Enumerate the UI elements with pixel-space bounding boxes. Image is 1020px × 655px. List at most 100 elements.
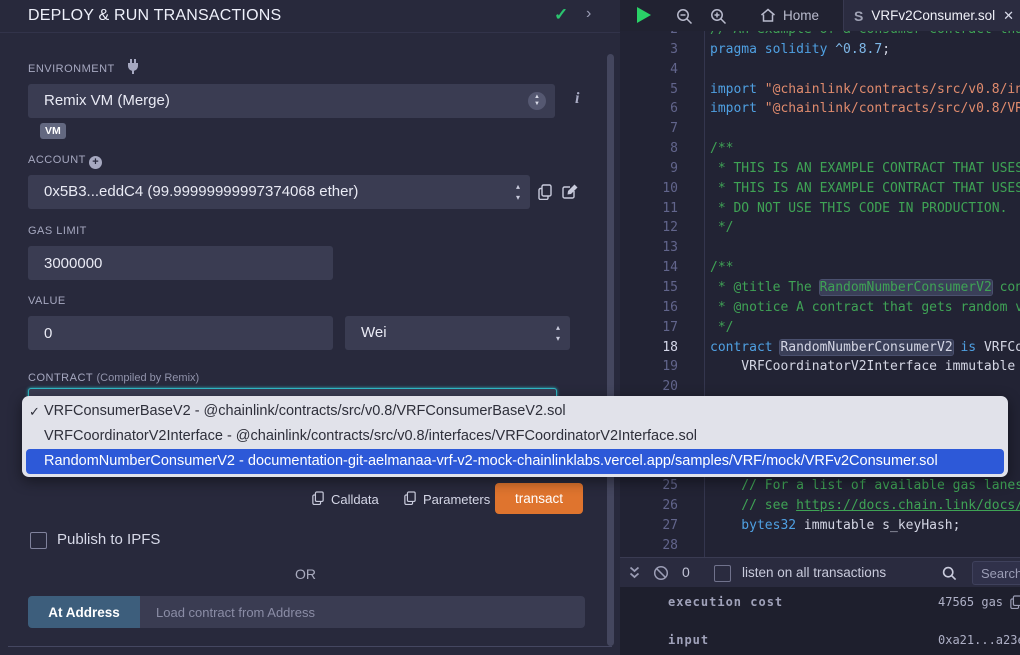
line-number: 9 (620, 159, 678, 179)
code-line[interactable]: 25 // For a list of available gas lanes … (620, 476, 1020, 496)
editor-tabbar: Home S VRFv2Consumer.sol ✕ (620, 0, 1020, 31)
panel-header: DEPLOY & RUN TRANSACTIONS ✓ › (0, 0, 620, 33)
value-input[interactable] (28, 316, 333, 350)
code-line[interactable]: 20 (620, 377, 1020, 397)
code-line[interactable]: 17 */ (620, 318, 1020, 338)
listen-all-checkbox[interactable] (714, 565, 731, 582)
value-label: VALUE (28, 295, 66, 307)
copy-account-icon[interactable] (538, 184, 552, 200)
line-number: 20 (620, 377, 678, 397)
contract-dropdown: ✓VRFConsumerBaseV2 - @chainlink/contract… (22, 396, 1008, 477)
transact-button[interactable]: transact (495, 483, 583, 514)
code-line[interactable]: 9 * THIS IS AN EXAMPLE CONTRACT THAT USE… (620, 159, 1020, 179)
code-line[interactable]: 19 VRFCoordinatorV2Interface immutable C… (620, 357, 1020, 377)
account-select[interactable]: 0x5B3...eddC4 (99.99999999997374068 ethe… (28, 175, 530, 209)
line-number: 14 (620, 258, 678, 278)
code-line[interactable]: 5import "@chainlink/contracts/src/v0.8/i… (620, 80, 1020, 100)
contract-option[interactable]: RandomNumberConsumerV2 - documentation-g… (26, 449, 1004, 474)
terminal-output[interactable]: execution cost47565 gasinput0xa21...a23e… (620, 587, 1020, 655)
home-icon (760, 8, 776, 23)
code-line[interactable]: 15 * @title The RandomNumberConsumerV2 c… (620, 278, 1020, 298)
edit-account-icon[interactable] (562, 183, 579, 199)
panel-title: DEPLOY & RUN TRANSACTIONS (28, 7, 281, 25)
tab-active-file[interactable]: S VRFv2Consumer.sol ✕ (843, 0, 1020, 31)
line-number: 18 (620, 338, 678, 358)
zoom-out-icon[interactable] (676, 8, 693, 25)
at-address-button[interactable]: At Address (28, 596, 140, 628)
code-line[interactable]: 28 (620, 536, 1020, 556)
line-number: 19 (620, 357, 678, 377)
value-unit-select[interactable]: Wei ▴▾ (345, 316, 570, 350)
code-line[interactable]: 11 * DO NOT USE THIS CODE IN PRODUCTION. (620, 199, 1020, 219)
contract-option[interactable]: VRFCoordinatorV2Interface - @chainlink/c… (22, 424, 1008, 449)
code-content: 2// An example of a consumer contract th… (620, 31, 1020, 556)
line-number: 6 (620, 99, 678, 119)
expand-terminal-icon[interactable] (628, 566, 641, 580)
line-number: 8 (620, 139, 678, 159)
line-number: 28 (620, 536, 678, 556)
environment-label: ENVIRONMENT (28, 63, 115, 75)
terminal-search-input[interactable] (972, 561, 1020, 585)
at-address-input[interactable] (140, 596, 585, 628)
line-number: 27 (620, 516, 678, 536)
collapse-chevron-icon[interactable]: › (586, 5, 591, 23)
environment-select[interactable]: Remix VM (Merge) ▲▼ (28, 84, 555, 118)
environment-arrows-icon: ▲▼ (528, 92, 546, 110)
unit-arrows-icon: ▴▾ (556, 322, 560, 344)
code-editor[interactable]: 2// An example of a consumer contract th… (620, 31, 1020, 557)
code-line[interactable]: 2// An example of a consumer contract th… (620, 31, 1020, 40)
info-icon[interactable]: i (575, 90, 579, 108)
terminal-value: 47565 gas (938, 595, 1003, 609)
code-line[interactable]: 12 */ (620, 218, 1020, 238)
code-line[interactable]: 16 * @notice A contract that gets random… (620, 298, 1020, 318)
line-number: 13 (620, 238, 678, 258)
line-number: 7 (620, 119, 678, 139)
terminal-key: execution cost (668, 595, 783, 609)
add-account-icon[interactable]: + (89, 152, 102, 170)
code-line[interactable]: 27 bytes32 immutable s_keyHash; (620, 516, 1020, 536)
line-number: 10 (620, 179, 678, 199)
listen-all-label: listen on all transactions (742, 565, 886, 580)
line-number: 15 (620, 278, 678, 298)
copy-value-icon[interactable] (1010, 595, 1020, 609)
terminal-row: execution cost 47565 gas (668, 595, 1020, 609)
publish-ipfs-checkbox[interactable] (30, 532, 47, 549)
zoom-in-icon[interactable] (710, 8, 727, 25)
code-line[interactable]: 13 (620, 238, 1020, 258)
check-icon: ✓ (29, 399, 40, 424)
contract-option[interactable]: ✓VRFConsumerBaseV2 - @chainlink/contract… (22, 399, 1008, 424)
editor-panel: Home S VRFv2Consumer.sol ✕ 2// An exampl… (620, 0, 1020, 655)
code-line[interactable]: 10 * THIS IS AN EXAMPLE CONTRACT THAT US… (620, 179, 1020, 199)
terminal-value: 0xa21...a23e4 (938, 633, 1020, 647)
clear-console-icon[interactable] (653, 565, 669, 581)
home-tab-label: Home (783, 8, 819, 23)
contract-label: CONTRACT (Compiled by Remix) (28, 372, 199, 384)
copy-calldata-icon[interactable] (312, 491, 324, 505)
line-number: 17 (620, 318, 678, 338)
line-number: 4 (620, 60, 678, 80)
environment-value: Remix VM (Merge) (44, 84, 170, 118)
code-line[interactable]: 6import "@chainlink/contracts/src/v0.8/V… (620, 99, 1020, 119)
plug-icon (126, 59, 140, 74)
code-line[interactable]: 18contract RandomNumberConsumerV2 is VRF… (620, 338, 1020, 358)
line-number: 12 (620, 218, 678, 238)
tab-home[interactable]: Home (760, 0, 819, 31)
calldata-label: Calldata (331, 492, 379, 507)
gas-limit-input[interactable] (28, 246, 333, 280)
close-tab-icon[interactable]: ✕ (1003, 8, 1014, 24)
code-line[interactable]: 8/** (620, 139, 1020, 159)
panel-scrollbar[interactable] (607, 54, 614, 646)
contract-sublabel: (Compiled by Remix) (96, 372, 199, 384)
or-separator: OR (28, 566, 583, 582)
account-value: 0x5B3...eddC4 (99.99999999997374068 ethe… (44, 175, 500, 209)
code-line[interactable]: 3pragma solidity ^0.8.7; (620, 40, 1020, 60)
code-line[interactable]: 26 // see https://docs.chain.link/docs/v… (620, 496, 1020, 516)
solidity-file-icon: S (854, 8, 863, 24)
code-line[interactable]: 14/** (620, 258, 1020, 278)
run-script-icon[interactable] (637, 7, 651, 23)
code-line[interactable]: 4 (620, 60, 1020, 80)
check-icon: ✓ (554, 5, 568, 25)
value-unit: Wei (361, 316, 387, 350)
copy-parameters-icon[interactable] (404, 491, 416, 505)
code-line[interactable]: 7 (620, 119, 1020, 139)
